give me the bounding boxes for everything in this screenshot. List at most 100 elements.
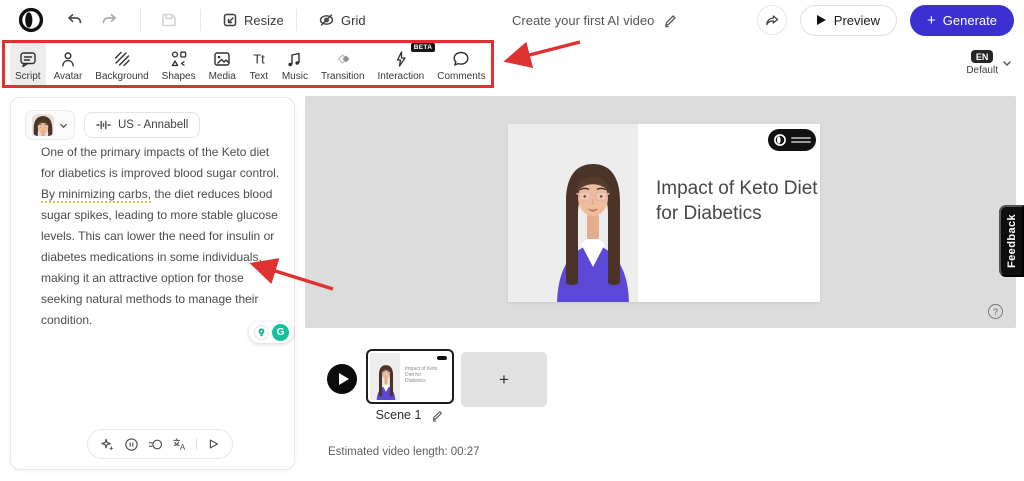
suggestion-bulb-icon[interactable] <box>253 324 270 341</box>
media-icon <box>212 48 232 69</box>
resize-button[interactable]: Resize <box>222 0 284 40</box>
resize-label: Resize <box>244 13 284 28</box>
play-icon <box>817 15 826 25</box>
svg-text:A: A <box>180 443 186 452</box>
project-title[interactable]: Create your first AI video <box>512 13 654 28</box>
comments-icon <box>451 48 471 69</box>
save-icon[interactable] <box>158 9 180 31</box>
grammarly-widget[interactable]: G <box>249 322 293 343</box>
slide-preview[interactable]: Impact of Keto Diet for Diabetics <box>508 124 820 302</box>
pronunciation-icon[interactable] <box>148 437 163 452</box>
editor-tab-bar: Script Avatar Background Shapes Media Tt… <box>10 42 491 88</box>
svg-text:Tt: Tt <box>253 51 265 66</box>
annotation-arrow-toolbar <box>510 42 580 60</box>
tab-transition[interactable]: Transition <box>316 42 370 88</box>
resize-icon <box>222 12 238 28</box>
tab-background[interactable]: Background <box>90 42 153 88</box>
generate-label: Generate <box>943 13 997 28</box>
tab-interaction-label: Interaction <box>378 71 425 82</box>
tab-interaction[interactable]: BETA Interaction <box>373 42 430 88</box>
chevron-down-icon <box>1002 59 1012 67</box>
thumb-brand-logo <box>437 356 447 360</box>
tab-music-label: Music <box>282 71 308 82</box>
tab-comments-label: Comments <box>437 71 485 82</box>
tab-comments[interactable]: Comments <box>432 42 490 88</box>
tab-transition-label: Transition <box>321 71 365 82</box>
script-icon <box>18 48 38 69</box>
text-icon: Tt <box>249 48 269 69</box>
translate-icon[interactable]: A <box>172 437 187 452</box>
grid-hidden-icon <box>318 12 335 28</box>
tab-shapes-label: Shapes <box>162 71 196 82</box>
undo-button[interactable] <box>64 10 84 30</box>
brand-logo <box>768 129 816 151</box>
script-tools: A <box>87 429 233 459</box>
avatar-thumbnail <box>32 114 54 136</box>
script-text-after: the diet reduces blood sugar spikes, lea… <box>41 187 278 327</box>
project-title-row: Create your first AI video <box>512 0 678 40</box>
share-button[interactable] <box>757 5 787 35</box>
divider <box>140 9 141 31</box>
feedback-label: Feedback <box>1006 214 1018 268</box>
add-scene-button[interactable]: + <box>461 352 547 407</box>
tab-script[interactable]: Script <box>10 42 46 88</box>
voice-selector[interactable]: US - Annabell <box>84 112 200 138</box>
help-button[interactable]: ? <box>988 304 1003 319</box>
tab-text-label: Text <box>250 71 268 82</box>
add-pause-icon[interactable] <box>124 437 139 452</box>
estimated-length: Estimated video length: 00:27 <box>328 446 480 458</box>
script-text-highlighted[interactable]: By minimizing carbs, <box>41 187 151 201</box>
voice-label: US - Annabell <box>118 119 188 131</box>
preview-audio-icon[interactable] <box>206 437 220 451</box>
tab-text[interactable]: Tt Text <box>244 42 274 88</box>
tab-media[interactable]: Media <box>204 42 241 88</box>
ai-assistant-icon[interactable] <box>100 437 115 452</box>
tab-shapes[interactable]: Shapes <box>157 42 201 88</box>
tab-avatar-label: Avatar <box>54 71 83 82</box>
scene-thumbnail[interactable]: Impact of Keto Diet for Diabetics <box>366 349 454 404</box>
generate-button[interactable]: + Generate <box>910 5 1014 36</box>
feedback-tab[interactable]: Feedback <box>999 205 1024 277</box>
edit-title-icon[interactable] <box>663 13 678 28</box>
tab-background-label: Background <box>95 71 148 82</box>
grammarly-icon[interactable]: G <box>272 324 289 341</box>
background-icon <box>112 48 132 69</box>
language-selector[interactable]: EN Default <box>966 50 1012 76</box>
top-bar: Resize Grid Create your first AI video P… <box>0 0 1024 40</box>
script-text-before: One of the primary impacts of the Keto d… <box>41 145 279 180</box>
language-badge: EN <box>971 50 994 63</box>
music-icon <box>285 48 305 69</box>
preview-button[interactable]: Preview <box>800 5 897 36</box>
presenter-avatar[interactable] <box>543 156 643 302</box>
slide-title[interactable]: Impact of Keto Diet for Diabetics <box>656 176 820 226</box>
shapes-icon <box>169 48 189 69</box>
plus-icon: + <box>927 13 936 28</box>
thumb-title: Impact of Keto Diet for Diabetics <box>405 366 441 384</box>
app-logo-icon <box>18 7 44 33</box>
divider <box>196 438 197 450</box>
timeline-play-button[interactable] <box>327 364 357 394</box>
grid-toggle-button[interactable]: Grid <box>318 0 366 40</box>
avatar-icon <box>58 48 78 69</box>
thumb-avatar <box>373 363 399 400</box>
transition-icon <box>333 48 353 69</box>
play-icon <box>339 373 349 385</box>
scene-label: Scene 1 <box>376 408 422 422</box>
tab-music[interactable]: Music <box>277 42 313 88</box>
script-editor[interactable]: One of the primary impacts of the Keto d… <box>41 142 281 331</box>
avatar-selector[interactable] <box>25 110 75 140</box>
video-canvas[interactable]: Impact of Keto Diet for Diabetics <box>305 96 1016 328</box>
app-window: Resize Grid Create your first AI video P… <box>0 0 1024 481</box>
rename-scene-icon[interactable] <box>431 409 444 422</box>
language-label: Default <box>966 65 998 76</box>
redo-button[interactable] <box>100 10 120 30</box>
chevron-down-icon <box>59 122 68 129</box>
interaction-icon <box>391 48 411 69</box>
tab-avatar[interactable]: Avatar <box>49 42 88 88</box>
divider <box>200 9 201 31</box>
preview-label: Preview <box>834 13 880 28</box>
brand-text-lines <box>791 137 811 143</box>
grid-label: Grid <box>341 13 366 28</box>
brand-mark-icon <box>773 133 787 147</box>
tab-media-label: Media <box>209 71 236 82</box>
